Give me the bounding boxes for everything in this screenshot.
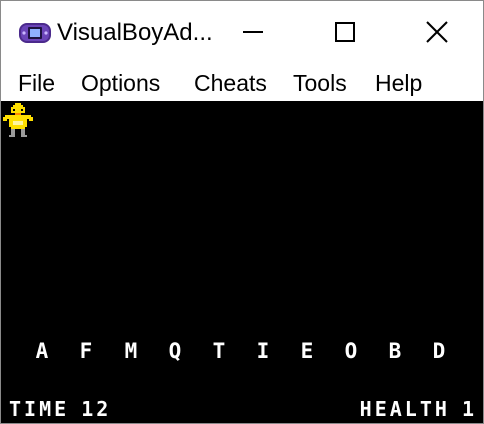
game-screen[interactable]: A F M Q T I E O B D TIME 12 HEALTH 1 [1,101,483,423]
menu-help[interactable]: Help [375,67,422,99]
health-value: 1 [461,397,477,421]
close-button[interactable] [391,1,483,63]
maximize-button[interactable] [299,1,391,63]
letter-choice: D [432,339,446,363]
menu-tools[interactable]: Tools [293,67,347,99]
health-label: HEALTH [359,397,450,421]
minimize-button[interactable] [207,1,299,63]
letter-choice: O [344,339,358,363]
menu-options[interactable]: Options [81,67,160,99]
letter-choices: A F M Q T I E O B D [1,340,483,362]
menu-cheats[interactable]: Cheats [194,67,267,99]
emulator-window: VisualBoyAd... File Options Cheats Tools… [0,0,484,424]
time-display: TIME 12 [9,398,111,420]
time-label: TIME [9,397,70,421]
maximize-icon [335,22,355,42]
letter-choice: E [300,339,314,363]
letter-choice: T [212,339,226,363]
menu-bar: File Options Cheats Tools Help [1,63,483,101]
window-title: VisualBoyAd... [57,19,213,46]
close-icon [426,21,448,43]
gameboy-advance-icon [19,23,51,43]
minimize-icon [243,31,263,33]
menu-file[interactable]: File [18,67,55,99]
letter-choice: M [124,339,138,363]
letter-choice: F [79,339,93,363]
letter-choice: Q [168,339,182,363]
health-display: HEALTH 1 [360,398,477,420]
letter-choice: A [35,339,49,363]
bird-sprite-icon [3,103,33,137]
letter-choice: I [256,339,270,363]
letter-choice: B [388,339,402,363]
title-bar[interactable]: VisualBoyAd... [1,1,483,63]
time-value: 12 [81,397,112,421]
